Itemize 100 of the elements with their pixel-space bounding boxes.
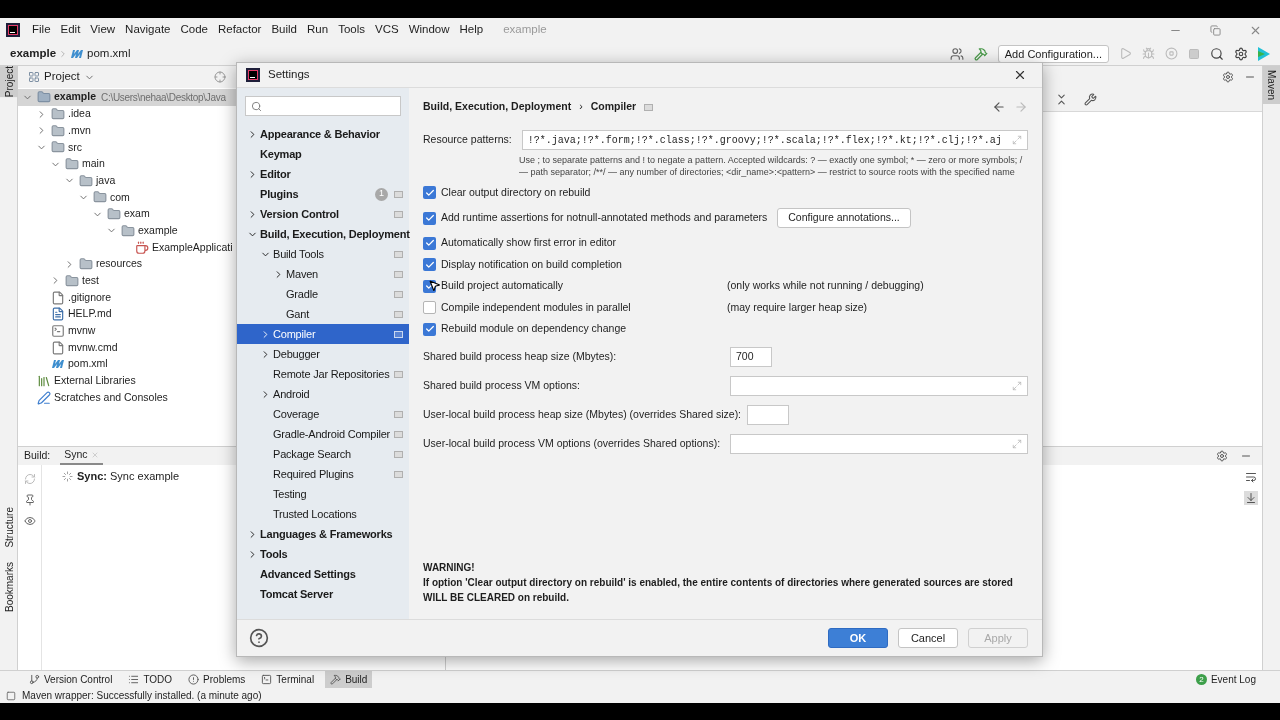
settings-nav-item[interactable]: Tools bbox=[237, 544, 409, 564]
settings-nav-item[interactable]: Version Control bbox=[237, 204, 409, 224]
tree-row[interactable]: Scratches and Consoles bbox=[18, 389, 236, 407]
tree-row[interactable]: HELP.md bbox=[18, 305, 236, 323]
panel-title[interactable]: Project bbox=[44, 68, 80, 86]
tree-label: .mvn bbox=[68, 122, 91, 138]
tree-row[interactable]: External Libraries bbox=[18, 372, 236, 390]
settings-nav-item[interactable]: Gradle-Android Compiler bbox=[237, 424, 409, 444]
run-configuration-button[interactable]: Add Configuration... bbox=[997, 44, 1109, 63]
tool-window-button[interactable]: Problems bbox=[183, 670, 251, 689]
settings-nav-item[interactable]: Android bbox=[237, 384, 409, 404]
tree-row[interactable]: main bbox=[18, 155, 236, 173]
dialog-button[interactable]: Cancel bbox=[898, 628, 958, 648]
tree-row[interactable]: src bbox=[18, 139, 236, 156]
panel-title: Build: bbox=[24, 448, 51, 464]
settings-nav-item[interactable]: Maven bbox=[237, 264, 409, 284]
tree-row[interactable]: .idea bbox=[18, 105, 236, 123]
settings-nav-item[interactable]: Testing bbox=[237, 484, 409, 504]
tool-window-button[interactable]: Terminal bbox=[256, 670, 320, 689]
tree-row[interactable]: com bbox=[18, 189, 236, 206]
settings-nav-item[interactable]: Editor bbox=[237, 164, 409, 184]
tree-label: resources bbox=[96, 256, 143, 272]
tool-window-tab[interactable]: Bookmarks bbox=[0, 561, 18, 612]
breadcrumb-item[interactable]: pom.xml bbox=[87, 44, 131, 63]
field-label: Shared build process VM options: bbox=[423, 378, 580, 391]
menu-item[interactable]: Run bbox=[303, 21, 333, 39]
settings-nav-item[interactable]: Languages & Frameworks bbox=[237, 524, 409, 544]
menu-item[interactable]: File bbox=[28, 21, 55, 39]
menu-item[interactable]: Navigate bbox=[121, 21, 175, 39]
tree-label: pom.xml bbox=[68, 356, 108, 372]
tool-window-tab[interactable]: Structure bbox=[0, 507, 18, 548]
breadcrumb-separator: › bbox=[579, 99, 583, 115]
checkbox-label[interactable]: Build project automatically bbox=[441, 279, 563, 292]
settings-nav-item[interactable]: Debugger bbox=[237, 344, 409, 364]
tree-row[interactable]: example C:\Users\nehaa\Desktop\Java bbox=[18, 89, 236, 106]
panel-tab[interactable]: Sync bbox=[60, 447, 103, 465]
settings-nav-item[interactable]: Gradle bbox=[237, 284, 409, 304]
configure-annotations-button[interactable]: Configure annotations... bbox=[777, 208, 911, 228]
settings-nav-item[interactable]: Gant bbox=[237, 304, 409, 324]
tree-row[interactable]: test bbox=[18, 272, 236, 290]
checkbox-label[interactable]: Automatically show first error in editor bbox=[441, 236, 617, 249]
dialog-button[interactable]: OK bbox=[828, 628, 888, 648]
settings-nav-item[interactable]: Build, Execution, Deployment bbox=[237, 224, 409, 244]
tree-row[interactable]: mvnw.cmd bbox=[18, 339, 236, 356]
tree-row[interactable]: .mvn bbox=[18, 122, 236, 140]
tree-row[interactable]: resources bbox=[18, 255, 236, 273]
checkbox-label[interactable]: Add runtime assertions for notnull-annotated methods and parameters bbox=[441, 211, 768, 224]
settings-nav-item[interactable]: Trusted Locations bbox=[237, 504, 409, 524]
tree-label: Scratches and Consoles bbox=[54, 389, 168, 405]
settings-nav-item[interactable]: Build Tools bbox=[237, 244, 409, 264]
menu-item[interactable]: Code bbox=[176, 21, 212, 39]
tree-row[interactable]: ExampleApplicati bbox=[18, 239, 236, 256]
project-path: C:\Users\nehaa\Desktop\Java bbox=[101, 90, 226, 105]
warning-text: WILL BE CLEARED on rebuild. bbox=[423, 591, 570, 605]
status-text: Maven wrapper: Successfully installed. (a minute ago) bbox=[22, 689, 262, 703]
tree-label: exam bbox=[124, 206, 150, 222]
tree-row[interactable]: java bbox=[18, 172, 236, 190]
settings-nav-item[interactable]: Appearance & Behavior bbox=[237, 124, 409, 144]
resource-patterns-field[interactable]: !?*.java;!?*.form;!?*.class;!?*.groovy;!?*.scala;!?*.flex;!?*.kt;!?*.clj;!?*.aj bbox=[521, 130, 1028, 150]
menu-item[interactable]: Window bbox=[404, 21, 454, 39]
checkbox-label[interactable]: Compile independent modules in parallel bbox=[441, 300, 631, 313]
tree-row[interactable]: pom.xml bbox=[18, 356, 236, 373]
tree-row[interactable]: mvnw bbox=[18, 322, 236, 340]
settings-nav-item[interactable]: Advanced Settings bbox=[237, 564, 409, 584]
tool-window-tab[interactable]: Project bbox=[0, 66, 18, 98]
tree-label: mvnw bbox=[68, 323, 96, 339]
tree-row[interactable]: example bbox=[18, 222, 236, 240]
tool-window-button[interactable]: Version Control bbox=[24, 670, 118, 689]
settings-nav-item[interactable]: Compiler bbox=[237, 324, 409, 344]
event-log-button[interactable]: 2 Event Log bbox=[1195, 672, 1256, 687]
tree-label: src bbox=[68, 139, 82, 155]
settings-nav-item[interactable]: Coverage bbox=[237, 404, 409, 424]
count-badge: 2 bbox=[1195, 674, 1207, 685]
settings-nav-item[interactable]: Package Search bbox=[237, 444, 409, 464]
checkbox-label[interactable]: Clear output directory on rebuild bbox=[441, 185, 591, 198]
settings-nav-item[interactable]: Tomcat Server bbox=[237, 584, 409, 604]
tree-row[interactable]: exam bbox=[18, 205, 236, 223]
tree-label: ExampleApplicati bbox=[152, 239, 233, 255]
settings-nav-item[interactable]: Remote Jar Repositories bbox=[237, 364, 409, 384]
menu-item[interactable]: Edit bbox=[56, 21, 85, 39]
breadcrumb-item[interactable]: example bbox=[10, 44, 57, 63]
menu-item[interactable]: View bbox=[86, 21, 120, 39]
tree-label: test bbox=[82, 273, 99, 289]
tool-window-button[interactable]: Build bbox=[325, 670, 373, 689]
menu-item[interactable]: Refactor bbox=[213, 21, 266, 39]
tool-window-button[interactable]: TODO bbox=[123, 670, 178, 689]
tree-row[interactable]: .gitignore bbox=[18, 289, 236, 306]
tool-window-tab[interactable]: Maven bbox=[1262, 66, 1280, 104]
checkbox-label[interactable]: Rebuild module on dependency change bbox=[441, 322, 627, 335]
checkbox-label[interactable]: Display notification on build completion bbox=[441, 257, 622, 270]
menu-item[interactable]: Tools bbox=[334, 21, 369, 39]
menu-item[interactable]: Help bbox=[455, 21, 488, 39]
menu-item[interactable]: VCS bbox=[371, 21, 403, 39]
input-field[interactable]: 700 bbox=[730, 346, 772, 367]
menu-item[interactable]: Build bbox=[267, 21, 301, 39]
settings-nav-item[interactable]: Plugins 1 bbox=[237, 184, 409, 204]
field-label: Shared build process heap size (Mbytes): bbox=[423, 349, 617, 362]
tree-label: example bbox=[54, 89, 97, 105]
settings-nav-item[interactable]: Keymap bbox=[237, 144, 409, 164]
settings-nav-item[interactable]: Required Plugins bbox=[237, 464, 409, 484]
